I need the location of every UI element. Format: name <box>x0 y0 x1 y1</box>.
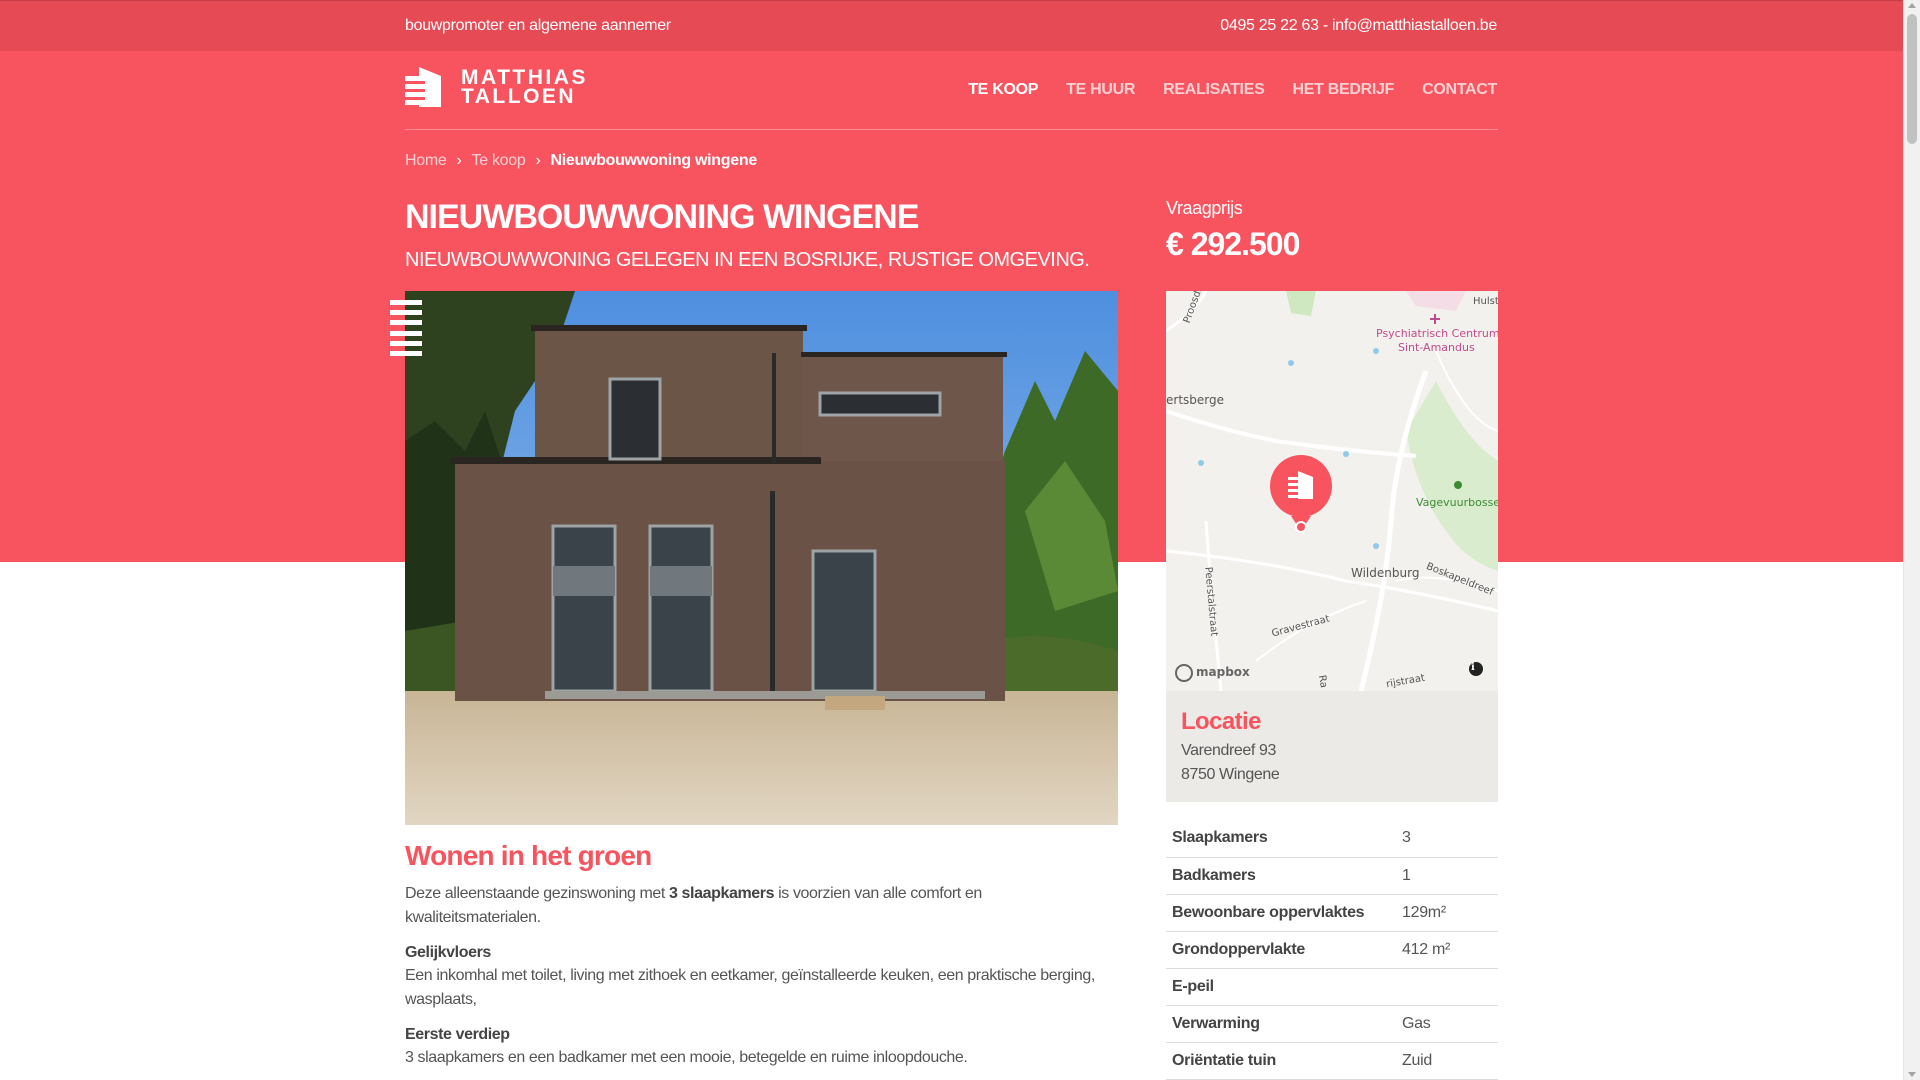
breadcrumb-home[interactable]: Home <box>405 152 447 170</box>
location-box: Locatie Varendreef 93 8750 Wingene <box>1166 691 1498 802</box>
page-scrollbar[interactable] <box>1903 0 1920 1080</box>
spec-value <box>1396 968 1498 1006</box>
site-logo[interactable]: MATTHIAS TALLOEN <box>405 67 588 107</box>
location-city: 8750 Wingene <box>1181 766 1280 783</box>
mapbox-logo[interactable]: mapbox <box>1196 665 1250 679</box>
map-label-psychiatrisch: Psychiatrisch Centrum <box>1376 327 1498 340</box>
spec-key: E-peil <box>1166 968 1396 1006</box>
scroll-up-arrow-icon[interactable] <box>1908 3 1916 8</box>
breadcrumb-separator: › <box>535 152 541 169</box>
table-row: Badkamers 1 <box>1166 857 1498 895</box>
spec-value: 1 <box>1396 857 1498 895</box>
floor2-text: 3 slaapkamers en een badkamer met een mo… <box>405 1049 968 1066</box>
intro-text: Deze alleenstaande gezinswoning met 3 sl… <box>405 882 1118 930</box>
breadcrumb: Home › Te koop › Nieuwbouwwoning wingene <box>405 152 757 170</box>
section-heading: Wonen in het groen <box>405 840 652 871</box>
spec-value: Gas <box>1396 1005 1498 1043</box>
property-description: Wonen in het groen Deze alleenstaande ge… <box>405 840 1118 1070</box>
scroll-down-arrow-icon[interactable] <box>1908 1072 1916 1077</box>
map-label-hulst: Hulst <box>1473 296 1498 307</box>
table-row: Bewoonbare oppervlaktes 129m² <box>1166 894 1498 932</box>
table-row: Grondoppervlakte 412 m² <box>1166 931 1498 969</box>
main-nav: TE KOOP TE HUUR REALISATIES HET BEDRIJF … <box>968 81 1497 99</box>
breadcrumb-te-koop[interactable]: Te koop <box>472 152 526 170</box>
top-bar: bouwpromoter en algemene aannemer 0495 2… <box>0 0 1920 51</box>
table-row: Oriëntatie tuin Zuid <box>1166 1042 1498 1080</box>
logo-building-icon <box>405 67 445 107</box>
spec-value: 412 m² <box>1396 931 1498 969</box>
map-label-ertsberge: ertsberge <box>1166 393 1224 407</box>
breadcrumb-current: Nieuwbouwwoning wingene <box>550 152 758 169</box>
intro-text-bold: 3 slaapkamers <box>669 885 775 902</box>
floor2-title: Eerste verdiep <box>405 1026 510 1043</box>
nav-te-huur[interactable]: TE HUUR <box>1066 81 1135 99</box>
tagline: bouwpromoter en algemene aannemer <box>405 17 671 34</box>
header-divider <box>405 129 1498 130</box>
hamburger-menu-icon[interactable] <box>390 300 422 356</box>
property-photo[interactable] <box>405 291 1118 825</box>
map-info-icon[interactable]: i <box>1471 662 1475 673</box>
page-title: NIEUWBOUWWONING WINGENE <box>405 198 919 236</box>
contact-info[interactable]: 0495 25 22 63 - info@matthiastalloen.be <box>1220 17 1497 35</box>
spec-key: Bewoonbare oppervlaktes <box>1166 894 1396 932</box>
spec-key: Slaapkamers <box>1166 820 1396 858</box>
spec-key: Oriëntatie tuin <box>1166 1042 1396 1080</box>
map-label-wildenburg: Wildenburg <box>1351 566 1420 580</box>
table-row: E-peil <box>1166 968 1498 1006</box>
price-label: Vraagprijs <box>1166 198 1243 218</box>
map-label-vagevuurbossen: Vagevuurbossen <box>1416 496 1498 509</box>
nav-contact[interactable]: CONTACT <box>1422 81 1497 99</box>
spec-value: 3 <box>1396 820 1498 858</box>
location-map[interactable]: Proosdij Hulst Psychiatrisch Centrum Sin… <box>1166 291 1498 691</box>
location-heading: Locatie <box>1181 708 1261 735</box>
spec-value: Zuid <box>1396 1042 1498 1080</box>
map-label-sint-amandus: Sint-Amandus <box>1398 341 1475 354</box>
map-label-ra: Ra <box>1315 674 1329 689</box>
location-street: Varendreef 93 <box>1181 742 1277 759</box>
table-row: Slaapkamers 3 <box>1166 820 1498 858</box>
intro-text-pre: Deze alleenstaande gezinswoning met <box>405 885 669 902</box>
spec-key: Grondoppervlakte <box>1166 931 1396 969</box>
nav-te-koop[interactable]: TE KOOP <box>968 81 1038 99</box>
spec-key: Badkamers <box>1166 857 1396 895</box>
logo-line-2: TALLOEN <box>461 85 577 108</box>
logo-text: MATTHIAS TALLOEN <box>461 67 588 108</box>
table-row: Verwarming Gas <box>1166 1005 1498 1043</box>
nav-het-bedrijf[interactable]: HET BEDRIJF <box>1292 81 1394 99</box>
nav-realisaties[interactable]: REALISATIES <box>1163 81 1265 99</box>
spec-value: 129m² <box>1396 894 1498 932</box>
floor1-title: Gelijkvloers <box>405 944 491 961</box>
breadcrumb-separator: › <box>456 152 462 169</box>
spec-key: Verwarming <box>1166 1005 1396 1043</box>
price-value: € 292.500 <box>1166 226 1300 262</box>
floor1-text: Een inkomhal met toilet, living met zith… <box>405 967 1095 1008</box>
scrollbar-thumb[interactable] <box>1907 14 1917 144</box>
page-subtitle: NIEUWBOUWWONING GELEGEN IN EEN BOSRIJKE,… <box>405 249 1090 271</box>
specs-table: Slaapkamers 3 Badkamers 1 Bewoonbare opper… <box>1166 820 1498 1080</box>
